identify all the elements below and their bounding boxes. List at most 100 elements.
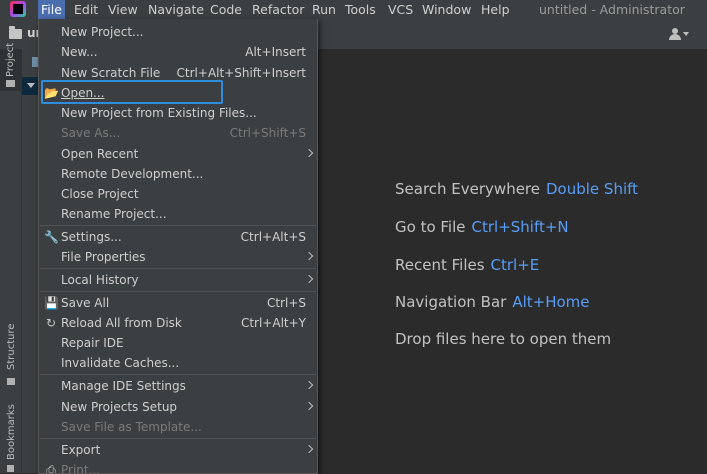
menu-run[interactable]: Run — [309, 0, 339, 19]
hint-navigation-bar: Navigation Bar Alt+Home — [395, 293, 590, 311]
hint-recent-files: Recent Files Ctrl+E — [395, 256, 539, 274]
menu-item-label: New Project... — [61, 25, 144, 39]
menu-item-label: File Properties — [61, 250, 146, 264]
structure-tool-tab[interactable]: Structure — [0, 323, 21, 394]
menu-item-file-properties[interactable]: File Properties — [39, 247, 317, 267]
menu-item-reload-all[interactable]: ↻ Reload All from Disk Ctrl+Alt+Y — [39, 313, 317, 333]
menu-item-shortcut: Ctrl+Shift+S — [229, 126, 306, 140]
menu-item-label: Rename Project... — [61, 207, 167, 221]
chevron-right-icon — [304, 274, 314, 284]
menu-item-save-as[interactable]: Save As... Ctrl+Shift+S — [39, 123, 317, 143]
hint-text: Go to File — [395, 218, 466, 236]
menu-vcs[interactable]: VCS — [385, 0, 416, 19]
open-item-highlight — [41, 80, 223, 104]
menu-item-label: Invalidate Caches... — [61, 356, 180, 370]
hint-shortcut: Alt+Home — [512, 293, 590, 311]
menu-tools[interactable]: Tools — [342, 0, 379, 19]
menu-navigate[interactable]: Navigate — [145, 0, 207, 19]
menu-item-shortcut: Ctrl+Alt+Y — [240, 316, 306, 330]
menu-file[interactable]: File — [38, 0, 65, 19]
menu-item-local-history[interactable]: Local History — [39, 270, 317, 290]
menu-item-export[interactable]: Export — [39, 440, 317, 460]
menu-item-manage-ide-settings[interactable]: Manage IDE Settings — [39, 376, 317, 396]
menu-item-new-project-from-existing[interactable]: New Project from Existing Files... — [39, 103, 317, 123]
menu-edit[interactable]: Edit — [71, 0, 101, 19]
project-panel — [22, 49, 40, 473]
menu-item-new[interactable]: New... Alt+Insert — [39, 42, 317, 62]
menu-item-label: Settings... — [61, 230, 122, 244]
menu-item-remote-development[interactable]: Remote Development... — [39, 164, 317, 184]
menu-item-save-file-as-template[interactable]: Save File as Template... — [39, 417, 317, 437]
menu-item-shortcut: Ctrl+S — [266, 296, 306, 310]
chevron-right-icon — [304, 401, 314, 411]
menu-item-label: Export — [61, 443, 101, 457]
menu-separator — [40, 268, 316, 269]
hint-drop-files: Drop files here to open them — [395, 330, 611, 348]
account-icon[interactable] — [669, 28, 691, 40]
menu-item-save-all[interactable]: 💾 Save All Ctrl+S — [39, 293, 317, 313]
menu-item-invalidate-caches[interactable]: Invalidate Caches... — [39, 353, 317, 373]
menu-item-new-project[interactable]: New Project... — [39, 22, 317, 42]
project-tool-tab[interactable]: Project — [0, 43, 21, 91]
menu-item-label: Remote Development... — [61, 167, 204, 181]
hint-shortcut: Double Shift — [546, 180, 639, 198]
menu-item-label: Close Project — [61, 187, 139, 201]
hint-text: Recent Files — [395, 256, 485, 274]
hint-text: Navigation Bar — [395, 293, 507, 311]
menu-item-shortcut: Ctrl+Alt+Shift+Insert — [176, 66, 306, 80]
menu-item-shortcut: Alt+Insert — [245, 45, 306, 59]
menu-item-close-project[interactable]: Close Project — [39, 184, 317, 204]
menu-bar: File Edit View Navigate Code Refactor Ru… — [0, 0, 707, 19]
menu-item-label: Save File as Template... — [61, 420, 202, 434]
menu-item-open-recent[interactable]: Open Recent — [39, 144, 317, 164]
hint-shortcut: Ctrl+Shift+N — [471, 218, 569, 236]
menu-item-label: New Scratch File — [61, 66, 161, 80]
menu-separator — [40, 291, 316, 292]
hint-text: Search Everywhere — [395, 180, 540, 198]
hint-go-to-file: Go to File Ctrl+Shift+N — [395, 218, 569, 236]
chevron-right-icon — [304, 380, 314, 390]
left-tool-stripe: Project Structure Bookmarks — [0, 43, 22, 473]
menu-help[interactable]: Help — [478, 0, 513, 19]
menu-item-label: New Project from Existing Files... — [61, 106, 257, 120]
menu-refactor[interactable]: Refactor — [249, 0, 307, 19]
menu-view[interactable]: View — [105, 0, 141, 19]
menu-item-rename-project[interactable]: Rename Project... — [39, 204, 317, 224]
project-tool-label: Project — [5, 42, 16, 77]
printer-icon: ⎙ — [46, 463, 56, 474]
folder-icon — [9, 26, 22, 39]
project-folder-icon — [6, 80, 15, 87]
menu-item-label: Open Recent — [61, 147, 139, 161]
chevron-right-icon — [304, 148, 314, 158]
menu-window[interactable]: Window — [419, 0, 474, 19]
menu-item-print[interactable]: ⎙ Print... — [39, 460, 317, 474]
menu-separator — [40, 438, 316, 439]
chevron-right-icon — [304, 444, 314, 454]
menu-item-label: Reload All from Disk — [61, 316, 182, 330]
menu-item-settings[interactable]: 🔧 Settings... Ctrl+Alt+S — [39, 227, 317, 247]
menu-item-label: Manage IDE Settings — [61, 379, 186, 393]
bookmarks-tool-label: Bookmarks — [6, 404, 17, 460]
menu-item-label: Save As... — [61, 126, 121, 140]
chevron-right-icon — [304, 251, 314, 261]
reload-icon: ↻ — [45, 316, 57, 330]
bookmarks-tool-tab[interactable]: Bookmarks — [0, 404, 21, 473]
menu-item-label: New... — [61, 45, 98, 59]
structure-icon — [7, 378, 15, 385]
save-icon: 💾 — [44, 296, 59, 310]
menu-item-label: New Projects Setup — [61, 400, 178, 414]
menu-code[interactable]: Code — [207, 0, 245, 19]
menu-separator — [40, 374, 316, 375]
menu-item-label: Repair IDE — [61, 336, 124, 350]
menu-item-repair-ide[interactable]: Repair IDE — [39, 333, 317, 353]
menu-item-label: Local History — [61, 273, 139, 287]
intellij-logo-icon[interactable] — [10, 1, 26, 17]
hint-shortcut: Ctrl+E — [490, 256, 540, 274]
hint-search-everywhere: Search Everywhere Double Shift — [395, 180, 638, 198]
menu-item-label: Save All — [61, 296, 110, 310]
menu-item-label: Print... — [61, 463, 101, 474]
menu-item-new-projects-setup[interactable]: New Projects Setup — [39, 397, 317, 417]
menu-item-shortcut: Ctrl+Alt+S — [240, 230, 306, 244]
structure-tool-label: Structure — [6, 323, 17, 370]
chevron-down-icon[interactable] — [27, 83, 35, 88]
